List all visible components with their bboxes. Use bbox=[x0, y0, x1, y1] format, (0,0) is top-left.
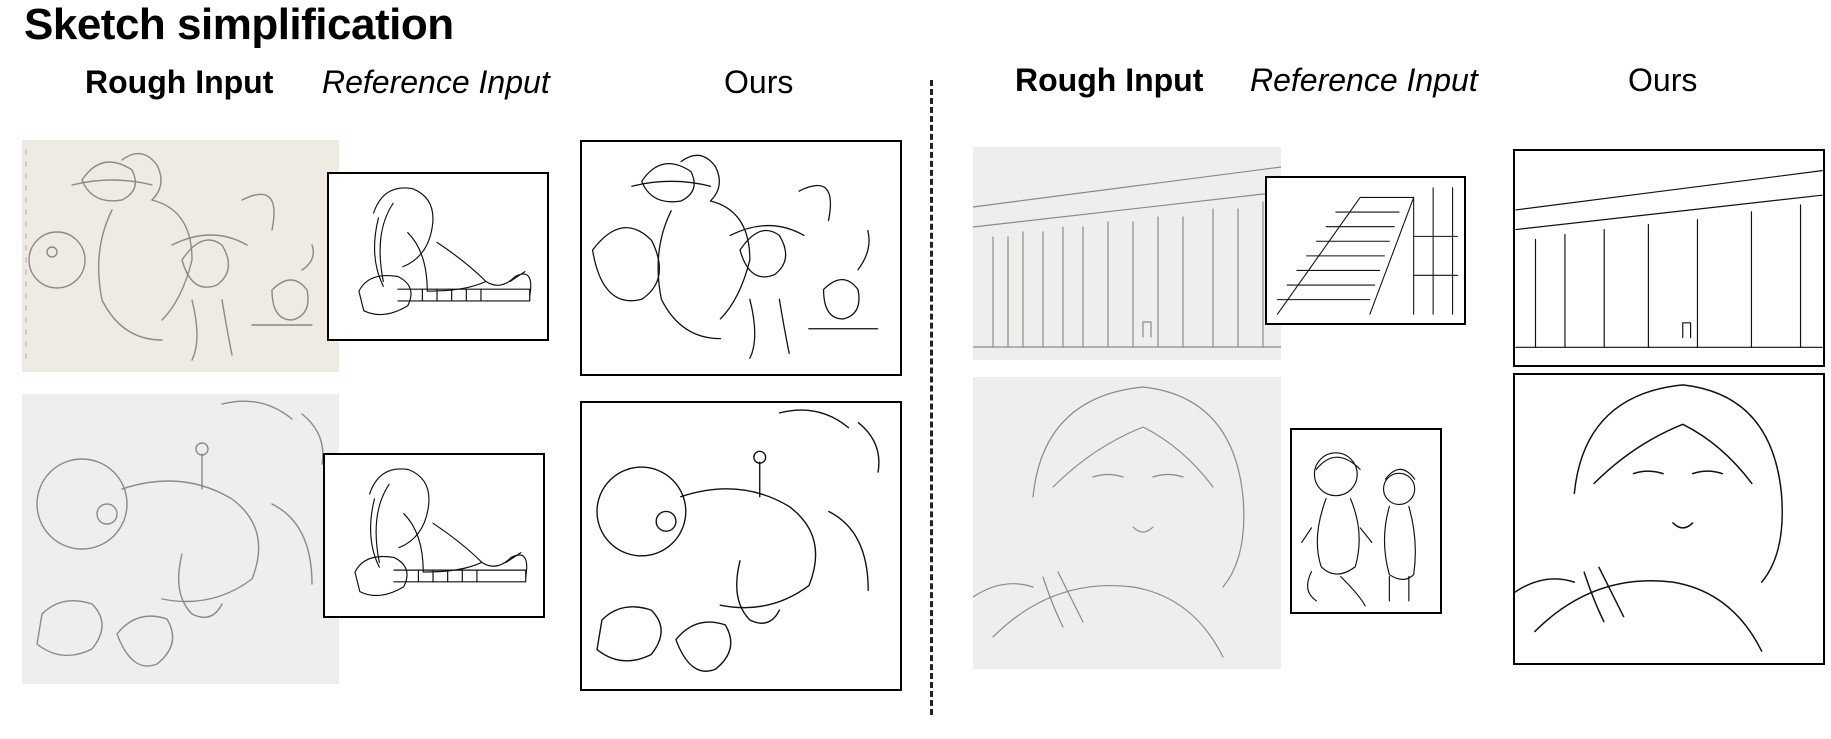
left-row2-reference-image bbox=[323, 453, 545, 618]
right-row2-ours-image bbox=[1513, 373, 1825, 665]
right-reference-input-header: Reference Input bbox=[1250, 62, 1478, 98]
right-rough-input-header: Rough Input bbox=[1015, 62, 1204, 98]
left-row1-reference-image bbox=[327, 172, 549, 341]
left-ours-header: Ours bbox=[724, 64, 794, 100]
group-divider bbox=[930, 80, 933, 715]
left-row2-rough-image bbox=[22, 394, 339, 684]
left-rough-input-header: Rough Input bbox=[85, 64, 274, 100]
right-ours-header: Ours bbox=[1628, 62, 1698, 98]
right-row1-rough-image bbox=[973, 147, 1281, 360]
right-row2-reference-image bbox=[1290, 428, 1442, 614]
left-row2-ours-image bbox=[580, 401, 902, 691]
slide-title: Sketch simplification bbox=[24, 0, 454, 49]
left-reference-input-header: Reference Input bbox=[322, 64, 550, 100]
right-row1-reference-image bbox=[1265, 176, 1466, 325]
right-row1-ours-image bbox=[1513, 149, 1825, 367]
left-row1-rough-image bbox=[22, 140, 339, 372]
right-row2-rough-image bbox=[973, 377, 1281, 669]
left-row1-ours-image bbox=[580, 140, 902, 376]
